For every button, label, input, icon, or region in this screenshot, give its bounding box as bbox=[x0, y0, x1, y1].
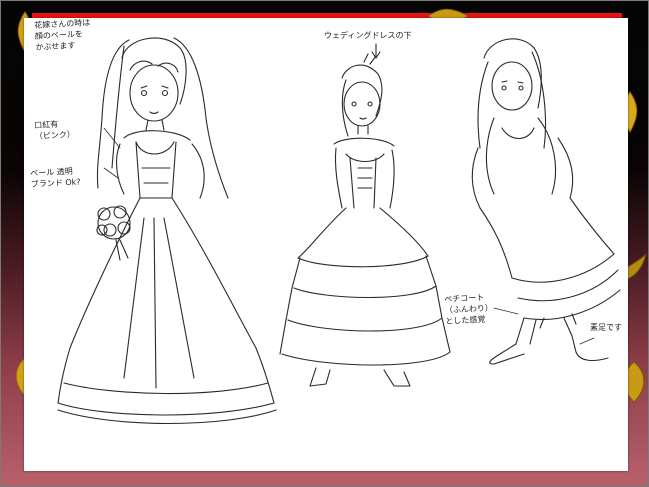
note-lipstick: 口紅有 （ピンク） bbox=[34, 118, 75, 142]
note-barefoot: 素足です bbox=[590, 322, 622, 333]
note-petticoat: ペチコート （ふんわり） とした感覚 bbox=[444, 291, 494, 326]
bride-figure-center bbox=[279, 43, 451, 387]
note-line: ウェディングドレスの下 bbox=[324, 31, 412, 40]
note-line: （ピンク） bbox=[34, 129, 76, 141]
note-line: 素足です bbox=[590, 323, 622, 332]
bride-figure-right bbox=[471, 38, 621, 365]
bride-figure-left bbox=[57, 37, 277, 424]
note-veil-face: 花嫁さんの時は 顔のベールを かぶせます bbox=[34, 17, 92, 53]
wedding-dress-sketch bbox=[57, 37, 621, 424]
sketch-sheet: 花嫁さんの時は 顔のベールを かぶせます 口紅有 （ピンク） ベール 透明 ブラ… bbox=[24, 18, 628, 471]
note-under-dress: ウェディングドレスの下 bbox=[324, 30, 411, 41]
note-veil-transparent: ベール 透明 ブランド Ok? bbox=[30, 165, 81, 190]
